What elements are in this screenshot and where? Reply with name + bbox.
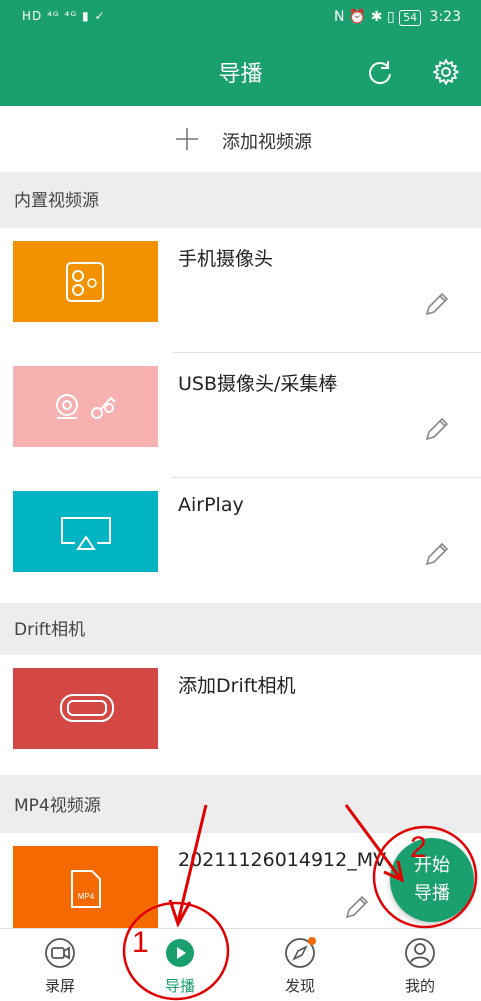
airplay-thumbnail: [13, 491, 158, 572]
pencil-edit-icon[interactable]: [423, 540, 451, 568]
phone-camera-label: 手机摄像头: [178, 248, 274, 270]
start-line2: 导播: [414, 883, 450, 904]
nav-record-label: 录屏: [44, 977, 75, 995]
status-right: N ⏰ ✱ ▯ 54 3:23: [334, 9, 461, 26]
status-icons: HD ⁴ᴳ ⁴ᴳ ▮ ✓: [22, 9, 106, 23]
status-bar: HD ⁴ᴳ ⁴ᴳ ▮ ✓ N ⏰ ✱ ▯ 54 3:23: [0, 0, 481, 38]
plus-icon: [176, 128, 198, 150]
user-icon: [405, 938, 435, 968]
usb-camera-label: USB摄像头/采集棒: [178, 373, 338, 395]
status-glyphs-icon: N ⏰ ✱ ▯: [333, 9, 400, 25]
pencil-edit-icon[interactable]: [423, 290, 451, 318]
battery-icon: 54: [399, 10, 422, 26]
nav-record[interactable]: 录屏: [0, 929, 120, 1001]
phone-camera-icon: [66, 262, 104, 302]
pencil-edit-icon[interactable]: [423, 415, 451, 443]
usb-camera-thumbnail: [13, 366, 158, 447]
refresh-icon[interactable]: [366, 58, 394, 86]
source-airplay[interactable]: AirPlay: [0, 478, 481, 603]
play-icon: [166, 939, 194, 967]
nav-direct[interactable]: 导播: [120, 929, 240, 1001]
nav-mine[interactable]: 我的: [360, 929, 480, 1001]
mp4-badge: MP4: [78, 892, 95, 901]
drift-camera-icon: [60, 694, 114, 722]
section-drift: Drift相机: [0, 603, 481, 655]
add-video-source-button[interactable]: 添加视频源: [0, 106, 481, 172]
nav-direct-label: 导播: [164, 977, 195, 995]
airplay-icon: [61, 517, 111, 550]
source-phone-camera[interactable]: 手机摄像头: [0, 228, 481, 353]
add-video-source-label: 添加视频源: [222, 132, 312, 153]
nav-discover[interactable]: 发现: [240, 929, 360, 1001]
mp4-file-icon: MP4: [71, 870, 101, 908]
mp4-file-label: 20211126014912_MV: [178, 849, 387, 871]
app-header: 导播: [0, 38, 481, 106]
mp4-thumbnail: MP4: [13, 846, 158, 928]
page-title: 导播: [218, 62, 263, 87]
nav-mine-label: 我的: [404, 977, 435, 995]
usb-camera-icon: [56, 394, 116, 419]
section-builtin: 内置视频源: [0, 172, 481, 228]
start-directing-button[interactable]: 开始 导播: [390, 838, 474, 922]
settings-gear-icon[interactable]: [432, 58, 460, 86]
compass-icon: [285, 937, 316, 968]
section-mp4: MP4视频源: [0, 775, 481, 833]
airplay-label: AirPlay: [178, 494, 244, 516]
source-add-drift-camera[interactable]: 添加Drift相机: [0, 655, 481, 775]
phone-camera-thumbnail: [13, 241, 158, 322]
source-usb-camera[interactable]: USB摄像头/采集棒: [0, 353, 481, 478]
drift-camera-thumbnail: [13, 668, 158, 749]
camera-record-icon: [45, 938, 75, 968]
add-drift-camera-label: 添加Drift相机: [178, 675, 296, 697]
bottom-nav: 录屏 导播 发现 我的: [0, 928, 481, 1001]
status-time: 3:23: [429, 9, 461, 25]
pencil-edit-icon[interactable]: [343, 893, 371, 921]
start-line1: 开始: [414, 855, 450, 876]
nav-discover-label: 发现: [284, 977, 315, 995]
